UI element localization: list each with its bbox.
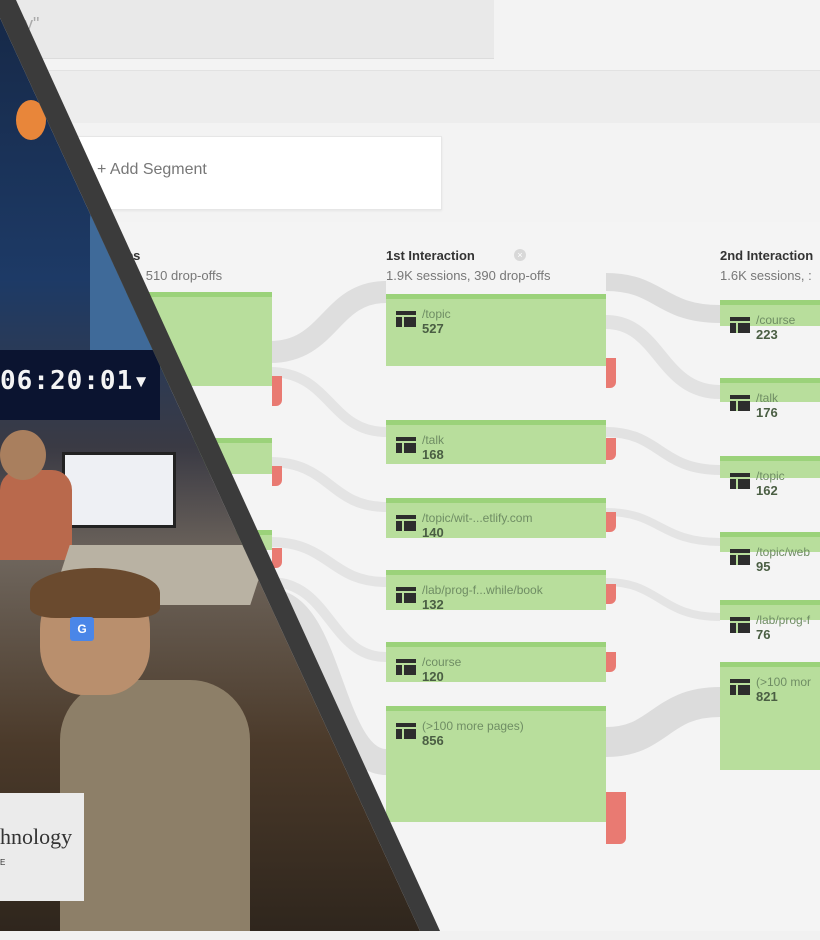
node-count: 120: [422, 669, 444, 684]
flow-node[interactable]: /topic 527: [386, 294, 606, 366]
flow-node[interactable]: (>100 mor 821: [720, 662, 820, 770]
dropoff-bar[interactable]: [272, 376, 282, 406]
node-count: 162: [756, 483, 778, 498]
person-orange-shirt: [0, 470, 72, 560]
node-name: /topic/wit-...etlify.com: [422, 511, 533, 525]
page-icon: [396, 587, 416, 603]
person-main-body: [60, 680, 250, 931]
column-pages-sub: s, 510 drop-offs: [132, 268, 223, 283]
dropoff-bar[interactable]: [606, 584, 616, 604]
translate-icon[interactable]: G: [70, 617, 94, 641]
logo-text: hnology: [0, 824, 73, 849]
flow-node[interactable]: /topic/wit-...etlify.com 140: [386, 498, 606, 540]
node-count: 223: [756, 327, 778, 342]
node-count: 76: [756, 627, 771, 642]
logo-subtext: E: [0, 858, 7, 867]
page-icon: [396, 437, 416, 453]
search-input[interactable]: y": [0, 0, 494, 59]
dropoff-bar[interactable]: [606, 652, 616, 672]
node-name: /talk: [756, 391, 779, 405]
page-icon: [396, 723, 416, 739]
node-count: 527: [422, 321, 444, 336]
node-name: /talk: [422, 433, 445, 447]
column-1st-title: 1st Interaction: [386, 248, 475, 263]
node-name: /lab/prog-f: [756, 613, 811, 627]
add-segment-button[interactable]: + Add Segment: [66, 136, 442, 210]
flow-node[interactable]: /topic 162: [720, 456, 820, 498]
node-count: 95: [756, 559, 771, 574]
node-name: /topic/web: [756, 545, 811, 559]
dropoff-bar[interactable]: [606, 358, 616, 388]
page-icon: [396, 515, 416, 531]
dropoff-bar[interactable]: [272, 548, 282, 568]
node-count: 132: [422, 597, 444, 612]
node-name: /lab/prog-f...while/book: [422, 583, 543, 597]
flow-node[interactable]: /course 120: [386, 642, 606, 684]
page-icon: [730, 473, 750, 489]
page-icon: [730, 549, 750, 565]
node-count: 856: [422, 733, 444, 748]
page-icon: [730, 679, 750, 695]
close-icon[interactable]: ×: [514, 249, 526, 261]
flow-node[interactable]: /lab/prog-f 76: [720, 600, 820, 642]
node-count: 821: [756, 689, 778, 704]
node-name: /topic: [756, 469, 785, 483]
column-2nd-title: 2nd Interaction: [720, 248, 814, 263]
flow-node[interactable]: /lab/prog-f...while/book 132: [386, 570, 606, 612]
timecode-text: 06:20:01▾: [0, 366, 150, 396]
node-name: /course: [756, 313, 796, 327]
toolbar-strip: [0, 70, 820, 123]
node-name: (>100 more pages): [422, 719, 524, 733]
page-icon: [730, 617, 750, 633]
flow-node[interactable]: /course 223: [720, 300, 820, 342]
dropoff-bar[interactable]: [272, 466, 282, 486]
flow-node[interactable]: /topic/web 95: [720, 532, 820, 574]
page-icon: [396, 311, 416, 327]
node-name: /topic: [422, 307, 451, 321]
node-count: 168: [422, 447, 444, 462]
add-segment-label: + Add Segment: [97, 161, 207, 178]
flow-node[interactable]: /talk 176: [720, 378, 820, 420]
node-name: /course: [422, 655, 462, 669]
person-main-hair: [30, 568, 160, 618]
person-head: [0, 430, 46, 480]
node-count: 176: [756, 405, 778, 420]
column-1st-sub: 1.9K sessions, 390 drop-offs: [386, 268, 551, 283]
page-icon: [730, 317, 750, 333]
node-count: 140: [422, 525, 444, 540]
dropoff-bar[interactable]: [606, 438, 616, 460]
page-icon: [396, 659, 416, 675]
flow-node[interactable]: (>100 more pages) 856: [386, 706, 606, 822]
monitor: [62, 452, 176, 528]
flow-node[interactable]: /talk 168: [386, 420, 606, 464]
dropoff-bar[interactable]: [606, 512, 616, 532]
dropoff-bar[interactable]: [606, 792, 626, 844]
column-2nd-sub: 1.6K sessions, :: [720, 268, 812, 283]
node-name: (>100 mor: [756, 675, 812, 689]
page-icon: [730, 395, 750, 411]
